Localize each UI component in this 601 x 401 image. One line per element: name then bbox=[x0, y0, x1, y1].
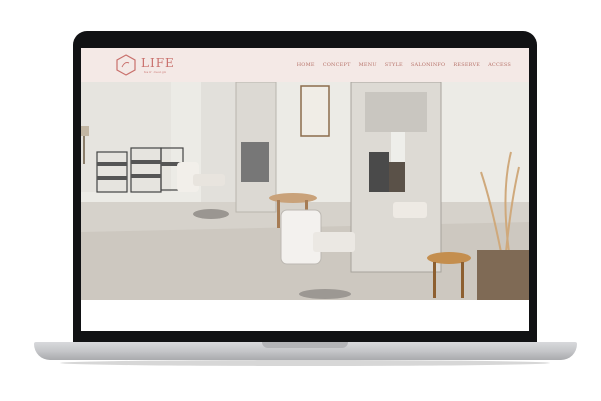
laptop-shadow bbox=[60, 360, 550, 366]
nav-menu[interactable]: MENU bbox=[359, 62, 377, 68]
main-nav: HOME CONCEPT MENU STYLE SALONINFO RESERV… bbox=[297, 62, 511, 68]
laptop-notch bbox=[262, 342, 348, 348]
laptop-screen: LIFE hair design HOME CONCEPT MENU STYLE… bbox=[81, 48, 529, 331]
logo-subtitle: hair design bbox=[144, 70, 167, 74]
nav-reserve[interactable]: RESERVE bbox=[453, 62, 480, 68]
nav-saloninfo[interactable]: SALONINFO bbox=[411, 62, 446, 68]
nav-style[interactable]: STYLE bbox=[385, 62, 403, 68]
nav-home[interactable]: HOME bbox=[297, 62, 315, 68]
hexagon-logo-icon[interactable] bbox=[115, 54, 137, 76]
salon-interior-illustration bbox=[81, 82, 529, 300]
site-header: LIFE hair design HOME CONCEPT MENU STYLE… bbox=[81, 48, 529, 82]
hero-salon-photo bbox=[81, 82, 529, 300]
logo-text[interactable]: LIFE bbox=[141, 56, 175, 70]
nav-access[interactable]: ACCESS bbox=[488, 62, 511, 68]
nav-concept[interactable]: CONCEPT bbox=[323, 62, 351, 68]
